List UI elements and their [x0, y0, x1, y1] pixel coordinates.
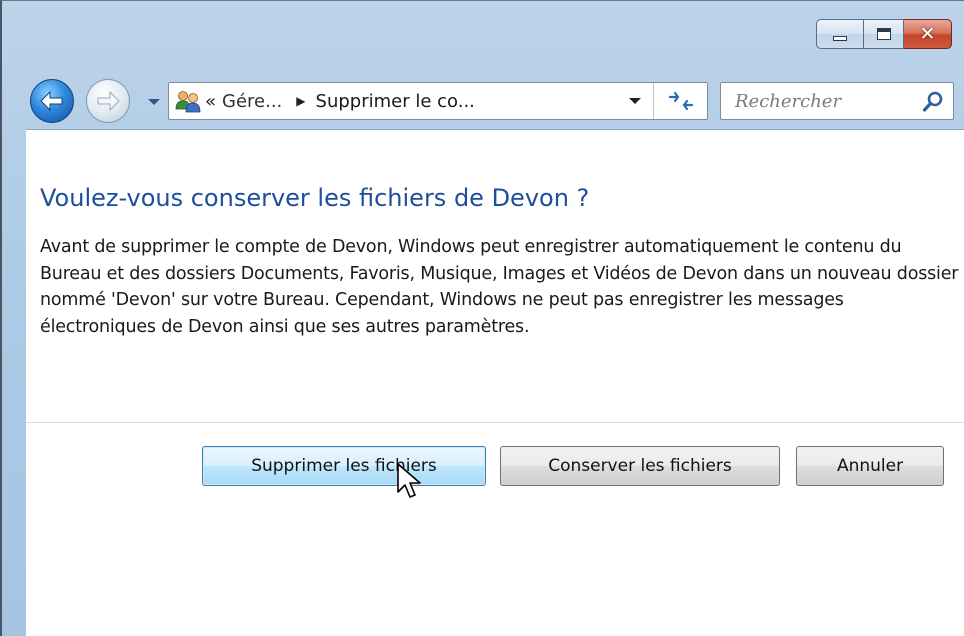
close-button[interactable]: ✕: [904, 19, 952, 49]
dialog-content: Voulez-vous conserver les fichiers de De…: [26, 129, 964, 636]
forward-arrow-icon: [97, 90, 120, 112]
search-placeholder: Rechercher: [735, 90, 842, 112]
refresh-icon: [668, 91, 693, 111]
forward-button[interactable]: [86, 79, 130, 123]
chevron-down-icon: [148, 99, 160, 105]
delete-files-button[interactable]: Supprimer les fichiers: [202, 446, 486, 486]
search-icon[interactable]: [921, 90, 945, 114]
recent-pages-button[interactable]: [146, 95, 162, 109]
refresh-button[interactable]: [653, 83, 707, 119]
close-icon: ✕: [919, 22, 936, 45]
navigation-bar: « Gére... ▶ Supprimer le co... Recherche…: [2, 65, 964, 125]
search-box[interactable]: Rechercher: [720, 82, 954, 120]
window-frame: ✕ « Gére... ▶ Supprimer le co... Recherc…: [0, 0, 964, 636]
page-title: Voulez-vous conserver les fichiers de De…: [40, 184, 590, 212]
user-accounts-icon: [175, 91, 201, 113]
back-button[interactable]: [30, 79, 74, 123]
cancel-button[interactable]: Annuler: [796, 446, 944, 486]
maximize-button[interactable]: [864, 19, 904, 49]
breadcrumb-separator-icon[interactable]: ▶: [296, 94, 305, 108]
back-arrow-icon: [40, 90, 63, 112]
divider: [26, 422, 964, 423]
description-text: Avant de supprimer le compte de Devon, W…: [40, 237, 959, 337]
breadcrumb: « Gére... ▶ Supprimer le co...: [205, 83, 475, 119]
keep-files-button[interactable]: Conserver les fichiers: [500, 446, 780, 486]
maximize-icon: [876, 28, 891, 40]
minimize-button[interactable]: [816, 19, 864, 49]
breadcrumb-item-manage[interactable]: Gére...: [222, 91, 282, 112]
caption-buttons: ✕: [816, 19, 952, 49]
address-dropdown-button[interactable]: [619, 83, 651, 119]
title-bar[interactable]: ✕: [2, 1, 964, 67]
breadcrumb-item-delete-account[interactable]: Supprimer le co...: [316, 91, 475, 112]
minimize-icon: [833, 35, 847, 41]
chevron-down-icon: [629, 98, 641, 104]
breadcrumb-overflow-icon[interactable]: «: [205, 91, 216, 112]
address-bar[interactable]: « Gére... ▶ Supprimer le co...: [168, 82, 708, 120]
